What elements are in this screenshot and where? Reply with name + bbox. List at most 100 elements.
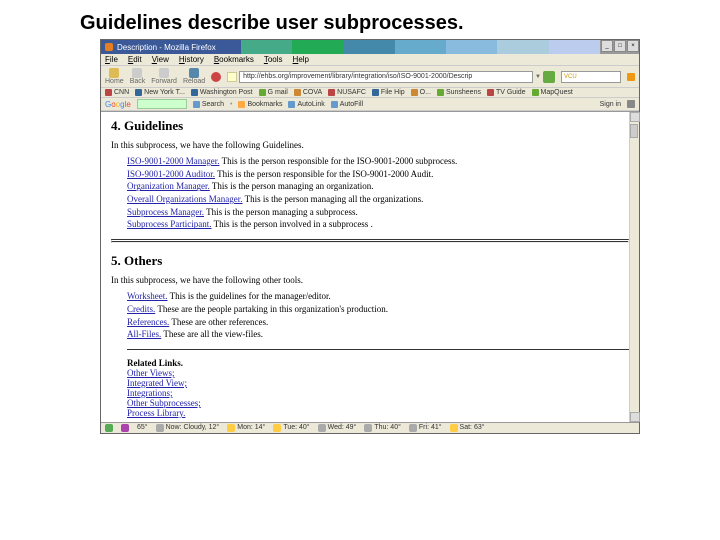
guidelines-list: ISO-9001-2000 Manager. This is the perso… — [127, 156, 629, 231]
ext-icon — [121, 424, 129, 432]
window-title: Description - Mozilla Firefox — [101, 40, 241, 54]
desc-credits: These are the people partaking in this o… — [155, 304, 388, 314]
menu-bookmarks[interactable]: Bookmarks — [214, 55, 254, 64]
bookmark-nusafc[interactable]: NUSAFC — [328, 89, 366, 96]
forecast-tue: Tue: 40° — [273, 424, 309, 432]
statusbar: 65° Now: Cloudy, 12° Mon: 14° Tue: 40° W… — [101, 422, 639, 433]
forward-icon — [159, 68, 169, 78]
link-allfiles[interactable]: All-Files. — [127, 329, 161, 339]
desc-iso-auditor: This is the person responsible for the I… — [215, 169, 433, 179]
bookmarks-toolbar: CNN New York T... Washington Post G mail… — [101, 88, 639, 98]
sub-divider — [127, 349, 629, 350]
search-input[interactable]: VCU — [561, 71, 621, 83]
link-other-subprocesses[interactable]: Other Subprocesses; — [127, 398, 201, 408]
link-integrated-view[interactable]: Integrated View; — [127, 378, 187, 388]
menu-file[interactable]: File — [105, 55, 118, 64]
close-button[interactable]: × — [627, 40, 639, 52]
done-icon — [105, 424, 113, 432]
section-4-title: 4. Guidelines — [111, 118, 629, 134]
scroll-down-icon[interactable] — [630, 412, 640, 422]
nav-toolbar: Home Back Forward Reload http://ehbs.org… — [101, 66, 639, 88]
bookmark-cova[interactable]: COVA — [294, 89, 322, 96]
link-subprocess-manager[interactable]: Subprocess Manager. — [127, 207, 204, 217]
link-overall-manager[interactable]: Overall Organizations Manager. — [127, 194, 243, 204]
scrollbar[interactable] — [629, 112, 639, 422]
section-divider — [111, 239, 629, 243]
section-5-title: 5. Others — [111, 253, 629, 269]
menu-help[interactable]: Help — [293, 55, 309, 64]
google-autofill[interactable]: AutoFill — [331, 101, 363, 108]
link-icon — [288, 101, 295, 108]
bookmark-sunsheens[interactable]: Sunsheens — [437, 89, 481, 96]
back-button[interactable]: Back — [130, 68, 146, 85]
link-iso-manager[interactable]: ISO-9001-2000 Manager. — [127, 156, 219, 166]
cloud-icon — [318, 424, 326, 432]
status-done — [105, 424, 113, 432]
menu-edit[interactable]: Edit — [128, 55, 142, 64]
forecast-wed: Wed: 49° — [318, 424, 357, 432]
google-logo[interactable]: Google — [105, 100, 131, 109]
bookmark-cnn[interactable]: CNN — [105, 89, 129, 96]
link-worksheet[interactable]: Worksheet. — [127, 291, 168, 301]
google-autolink[interactable]: AutoLink — [288, 101, 324, 108]
browser-window: Description - Mozilla Firefox _ □ × File… — [100, 39, 640, 434]
search-engine-icon[interactable] — [627, 73, 635, 81]
desc-allfiles: These are all the view-files. — [161, 329, 263, 339]
minimize-button[interactable]: _ — [601, 40, 613, 52]
link-subprocess-participant[interactable]: Subprocess Participant. — [127, 219, 212, 229]
bookmark-gmail[interactable]: G mail — [259, 89, 288, 96]
bookmark-mapquest[interactable]: MapQuest — [532, 89, 573, 96]
status-weather-now: Now: Cloudy, 12° — [156, 424, 220, 432]
link-integrations[interactable]: Integrations; — [127, 388, 173, 398]
menu-history[interactable]: History — [179, 55, 204, 64]
desc-references: These are other references. — [169, 317, 268, 327]
bookmark-tvguide[interactable]: TV Guide — [487, 89, 526, 96]
section-5-intro: In this subprocess, we have the followin… — [111, 275, 629, 285]
fill-icon — [331, 101, 338, 108]
menu-view[interactable]: View — [152, 55, 169, 64]
home-button[interactable]: Home — [105, 68, 124, 85]
forecast-sat: Sat: 63° — [450, 424, 485, 432]
google-search-input[interactable] — [137, 99, 187, 109]
stop-icon[interactable] — [211, 72, 221, 82]
titlebar-decor — [241, 40, 600, 54]
related-links: Related Links. Other Views; Integrated V… — [127, 358, 629, 418]
back-icon — [132, 68, 142, 78]
maximize-button[interactable]: □ — [614, 40, 626, 52]
reload-button[interactable]: Reload — [183, 68, 205, 85]
dropdown-icon[interactable]: ▼ — [535, 74, 541, 80]
site-icon — [227, 72, 237, 82]
page-caption: Guidelines describe user subprocesses. — [0, 0, 720, 39]
link-other-views[interactable]: Other Views; — [127, 368, 175, 378]
window-controls: _ □ × — [600, 40, 639, 54]
link-iso-auditor[interactable]: ISO-9001-2000 Auditor. — [127, 169, 215, 179]
search-icon — [193, 101, 200, 108]
sun-icon — [273, 424, 281, 432]
link-process-library[interactable]: Process Library. — [127, 408, 185, 418]
go-button[interactable] — [543, 71, 555, 83]
google-bookmarks[interactable]: Bookmarks — [238, 101, 282, 108]
bookmark-nyt[interactable]: New York T... — [135, 89, 185, 96]
link-references[interactable]: References. — [127, 317, 169, 327]
others-list: Worksheet. This is the guidelines for th… — [127, 291, 629, 341]
scroll-up-icon[interactable] — [630, 112, 640, 122]
settings-icon[interactable] — [627, 100, 635, 108]
link-org-manager[interactable]: Organization Manager. — [127, 181, 210, 191]
sun-icon — [450, 424, 458, 432]
page-content: 4. Guidelines In this subprocess, we hav… — [101, 111, 639, 422]
link-credits[interactable]: Credits. — [127, 304, 155, 314]
forecast-fri: Fri: 41° — [409, 424, 442, 432]
status-ext1[interactable] — [121, 424, 129, 432]
scroll-thumb[interactable] — [630, 124, 638, 138]
menu-tools[interactable]: Tools — [264, 55, 283, 64]
bookmark-o[interactable]: O... — [411, 89, 431, 96]
url-input[interactable]: http://ehbs.org/improvement/library/inte… — [239, 71, 533, 83]
title-text: Description - Mozilla Firefox — [117, 43, 216, 52]
google-signin[interactable]: Sign in — [600, 101, 621, 108]
bookmark-filehip[interactable]: File Hip — [372, 89, 405, 96]
urlbar: http://ehbs.org/improvement/library/inte… — [227, 71, 555, 83]
bookmark-wapo[interactable]: Washington Post — [191, 89, 253, 96]
desc-overall-manager: This is the person managing all the orga… — [243, 194, 424, 204]
forward-button[interactable]: Forward — [151, 68, 177, 85]
google-search-btn[interactable]: Search — [193, 101, 224, 108]
